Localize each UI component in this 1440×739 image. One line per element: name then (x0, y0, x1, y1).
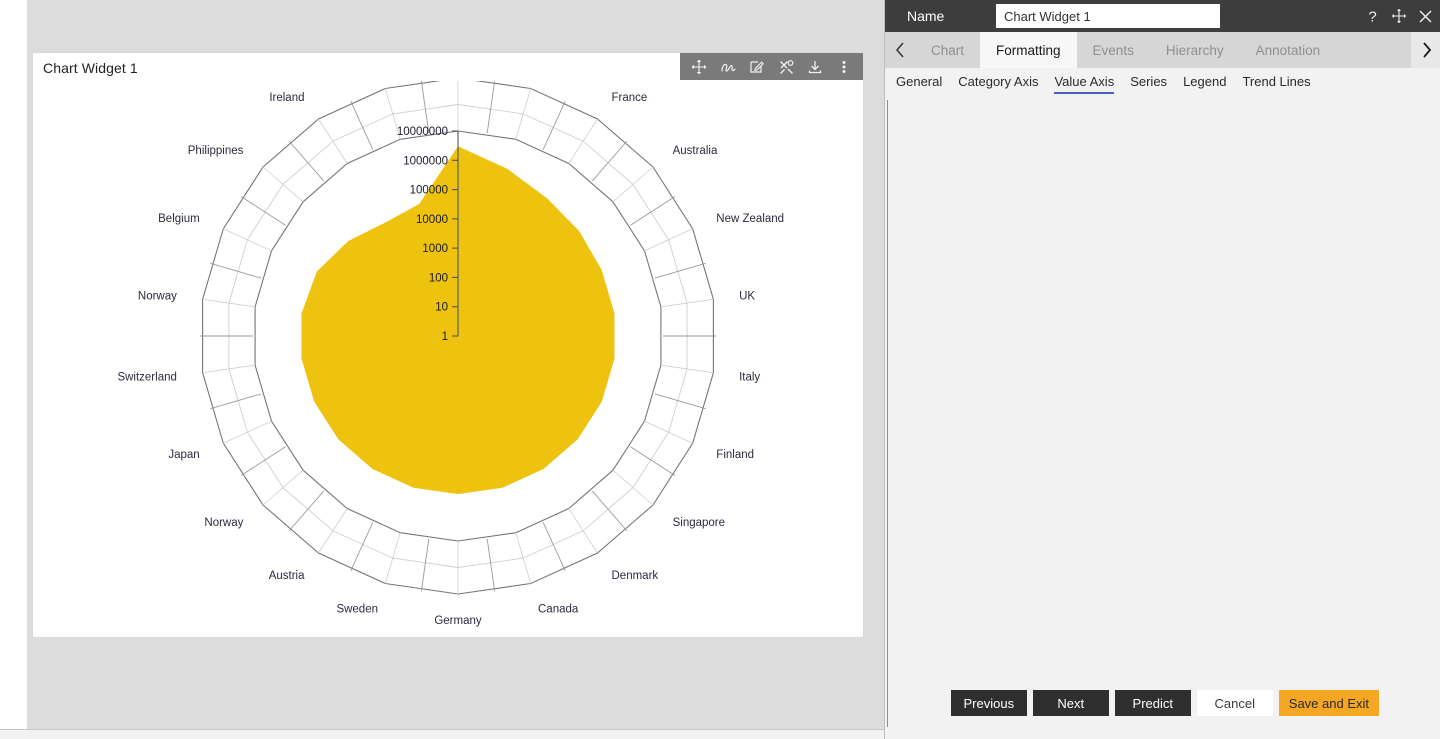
question-mark-icon[interactable]: ? (1365, 8, 1380, 25)
panel-titlebar: Name Chart Widget 1 ? (885, 0, 1440, 32)
tabs-prev-arrow-icon[interactable] (885, 32, 915, 68)
category-label: Ireland (269, 92, 304, 104)
previous-button[interactable]: Previous (950, 690, 1027, 716)
properties-panel: Name Chart Widget 1 ? Chart Formatting E… (884, 0, 1440, 739)
widget-name-input[interactable]: Chart Widget 1 (996, 4, 1220, 28)
save-and-exit-button[interactable]: Save and Exit (1278, 690, 1379, 716)
panel-bottom-strip (885, 727, 1440, 739)
category-label: Switzerland (117, 371, 176, 383)
radar-chart[interactable]: 110100100010000100000100000010000000 USA… (33, 81, 865, 637)
chart-widget[interactable]: Chart Widget 1 1 10 100 1000 10000 10000… (32, 52, 864, 638)
edit-icon[interactable] (744, 55, 770, 79)
scribble-icon[interactable] (715, 55, 741, 79)
value-tick-label: 1000 (422, 243, 448, 255)
subtab-trend-lines[interactable]: Trend Lines (1242, 74, 1310, 94)
panel-subtabs: General Category Axis Value Axis Series … (885, 68, 1440, 100)
subtab-value-axis[interactable]: Value Axis (1054, 74, 1115, 94)
category-label: Finland (716, 449, 754, 461)
chart-widget-toolbar (680, 53, 863, 80)
tab-events[interactable]: Events (1076, 32, 1150, 68)
move-icon[interactable] (1391, 8, 1407, 24)
canvas-area: Chart Widget 1 1 10 100 1000 10000 10000… (0, 0, 884, 739)
category-label: Singapore (673, 517, 725, 529)
panel-footer: Previous Next Predict Cancel Save and Ex… (885, 689, 1440, 717)
category-label: Sweden (336, 604, 378, 616)
category-label: Norway (138, 291, 177, 303)
category-label: Canada (538, 604, 579, 616)
name-label: Name (907, 8, 945, 24)
properties-panel-inner (887, 0, 1440, 731)
tab-hierarchy[interactable]: Hierarchy (1149, 32, 1240, 68)
tab-annotation[interactable]: Annotation (1239, 32, 1337, 68)
tab-chart[interactable]: Chart (915, 32, 981, 68)
next-button[interactable]: Next (1032, 690, 1109, 716)
cancel-button[interactable]: Cancel (1196, 690, 1273, 716)
canvas-bottom-strip (0, 729, 884, 739)
value-tick-label: 10 (435, 302, 448, 314)
value-tick-label: 100 (429, 272, 448, 284)
category-label: Norway (204, 517, 243, 529)
subtab-category-axis[interactable]: Category Axis (958, 74, 1038, 94)
chart-widget-title: Chart Widget 1 (43, 60, 138, 76)
category-label: Austria (269, 570, 305, 582)
panel-tabs: Chart Formatting Events Hierarchy Annota… (885, 32, 1440, 68)
tabs-next-arrow-icon[interactable] (1411, 32, 1440, 68)
subtab-series[interactable]: Series (1130, 74, 1167, 94)
tools-icon[interactable] (773, 55, 799, 79)
value-tick-label: 1000000 (403, 155, 448, 167)
category-label: Japan (168, 449, 199, 461)
download-icon[interactable] (802, 55, 828, 79)
move-icon[interactable] (686, 55, 712, 79)
kebab-menu-icon[interactable] (831, 55, 857, 79)
value-tick-label: 10000000 (397, 126, 448, 138)
value-tick-label: 1 (442, 331, 448, 343)
category-label: Germany (434, 615, 482, 627)
close-icon[interactable] (1418, 9, 1433, 24)
category-label: Denmark (612, 570, 659, 582)
category-label: UK (739, 291, 755, 303)
tab-formatting[interactable]: Formatting (980, 32, 1077, 68)
category-label: France (612, 92, 648, 104)
category-label: Philippines (188, 145, 244, 157)
category-label: Italy (739, 371, 760, 383)
subtab-general[interactable]: General (896, 74, 942, 94)
predict-button[interactable]: Predict (1114, 690, 1191, 716)
subtab-legend[interactable]: Legend (1183, 74, 1226, 94)
value-tick-label: 100000 (410, 185, 448, 197)
category-label: Australia (673, 145, 718, 157)
category-label: Belgium (158, 213, 200, 225)
value-tick-label: 10000 (416, 214, 448, 226)
svg-text:?: ? (1368, 8, 1376, 25)
category-label: New Zealand (716, 213, 784, 225)
